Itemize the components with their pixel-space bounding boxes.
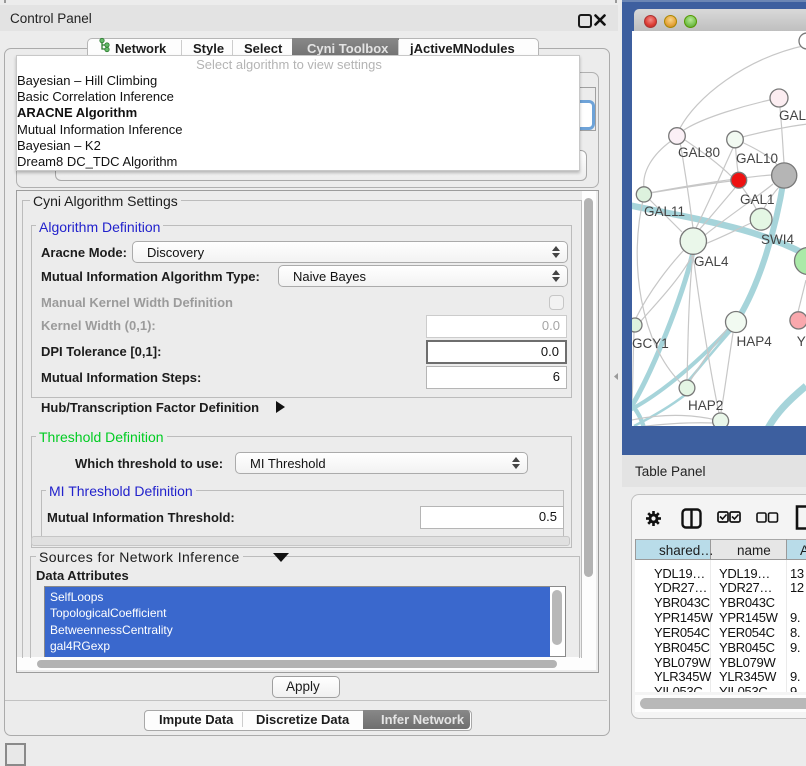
svg-text:GCY1: GCY1 xyxy=(632,336,669,351)
svg-text:GAL4: GAL4 xyxy=(694,254,729,269)
svg-text:GAL11: GAL11 xyxy=(644,204,685,219)
svg-text:Y: Y xyxy=(797,334,806,349)
svg-text:GAL7: GAL7 xyxy=(779,108,806,123)
svg-text:HAP2: HAP2 xyxy=(688,398,723,413)
svg-text:HAP4: HAP4 xyxy=(737,334,773,349)
svg-text:GAL1: GAL1 xyxy=(740,192,775,207)
svg-text:GAL80: GAL80 xyxy=(678,145,720,160)
svg-text:GAL10: GAL10 xyxy=(736,151,778,166)
svg-text:SWI4: SWI4 xyxy=(761,232,794,247)
